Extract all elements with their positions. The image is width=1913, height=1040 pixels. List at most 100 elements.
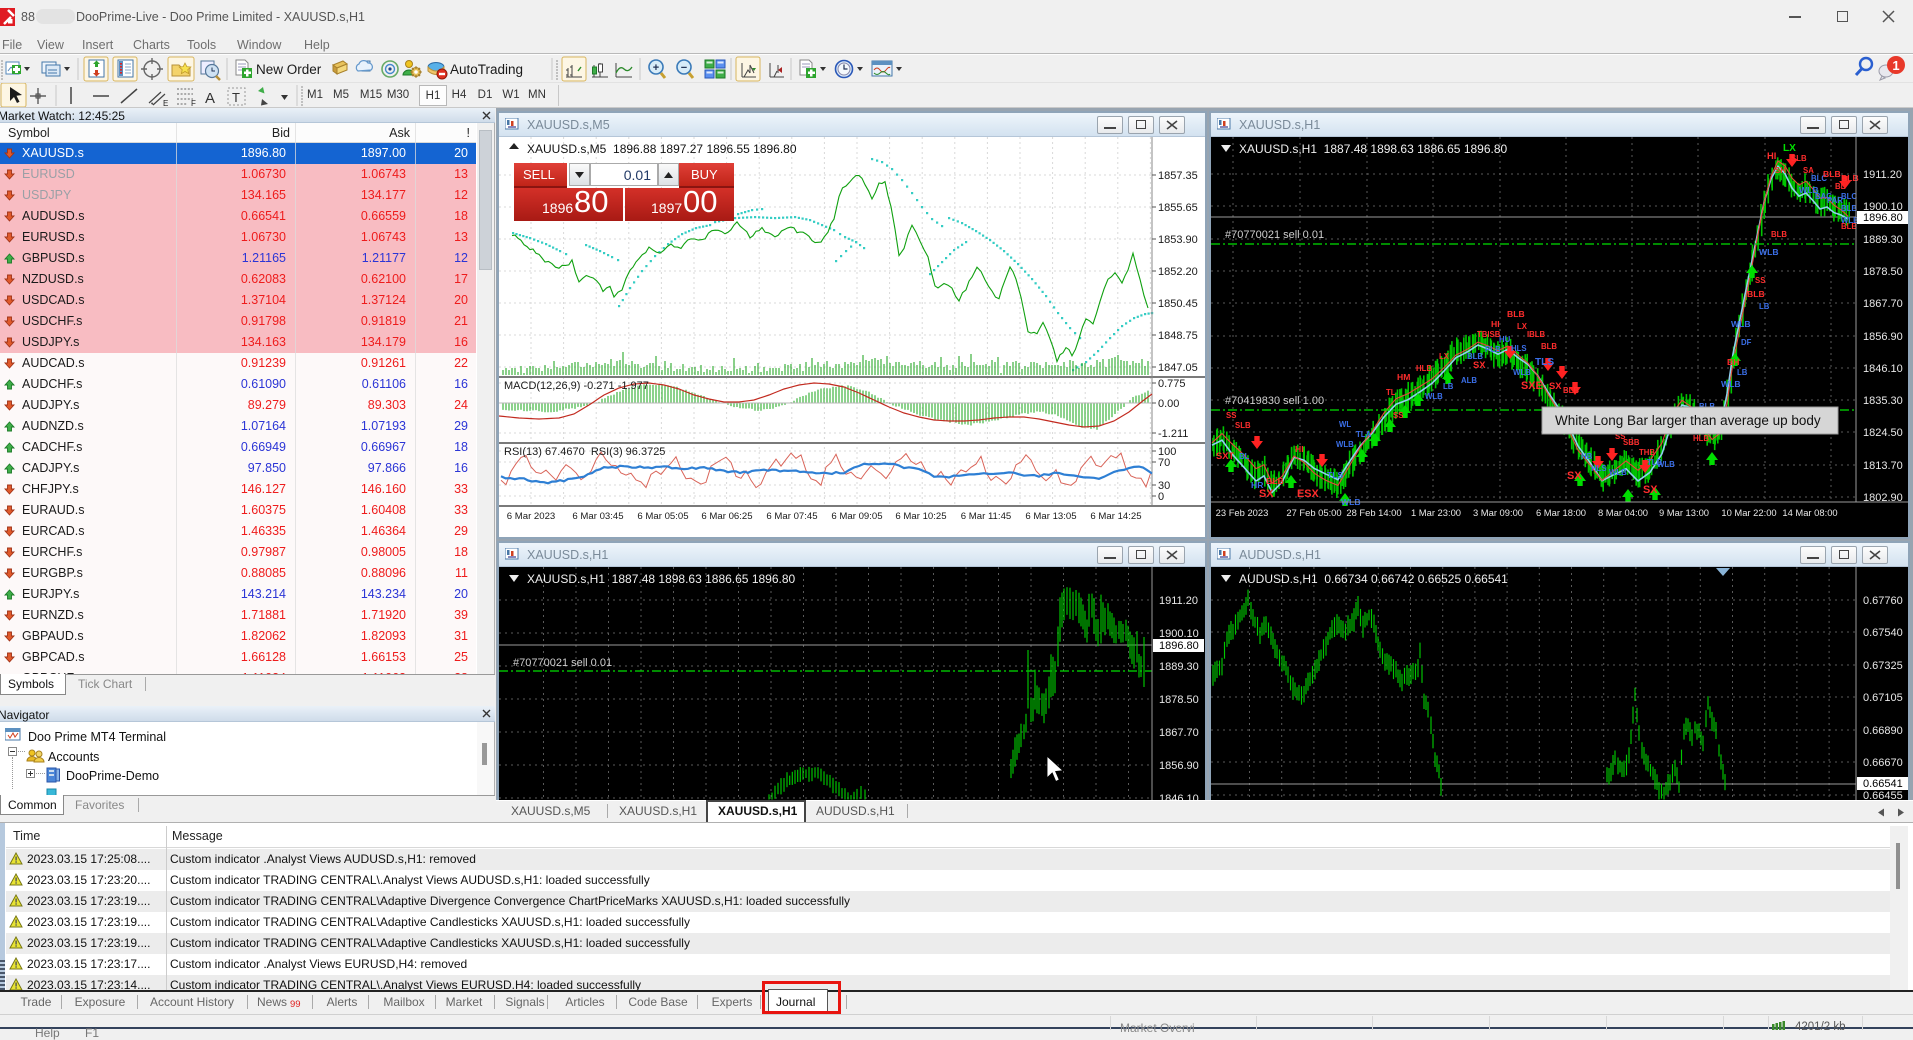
svg-text:BLB: BLB: [1541, 342, 1557, 351]
svg-text:WLB: WLB: [1731, 319, 1751, 329]
svg-text:6 Mar 2023: 6 Mar 2023: [507, 511, 556, 522]
svg-text:10 Mar 22:00: 10 Mar 22:00: [1721, 507, 1776, 518]
svg-text:9 Mar 13:00: 9 Mar 13:00: [1659, 507, 1709, 518]
svg-text:6 Mar 05:05: 6 Mar 05:05: [637, 511, 688, 522]
svg-text:HI: HI: [1767, 150, 1776, 161]
svg-text:0.67760: 0.67760: [1863, 595, 1903, 607]
svg-text:1889.30: 1889.30: [1159, 661, 1199, 673]
svg-text:WL: WL: [1339, 420, 1351, 429]
svg-text:6 Mar 09:05: 6 Mar 09:05: [831, 511, 882, 522]
svg-text:HLB: HLB: [1416, 364, 1432, 373]
svg-text:XAUUSD.s,H1 1887.48 1898.63 1: XAUUSD.s,H1 1887.48 1898.63 1886.65 1896…: [1239, 142, 1508, 156]
svg-text:WLB: WLB: [1609, 468, 1627, 477]
svg-text:LX: LX: [1439, 352, 1450, 361]
svg-text:HLS: HLS: [1591, 464, 1607, 473]
svg-text:T: T: [232, 90, 240, 105]
svg-text:BLB: BLB: [1823, 169, 1841, 179]
svg-text:1: 1: [1892, 58, 1899, 73]
svg-text:0.66670: 0.66670: [1863, 757, 1903, 769]
svg-text:0.66541: 0.66541: [1863, 778, 1903, 790]
svg-text:RSI(13) 67.4670 RSI(3) 96.372: RSI(13) 67.4670 RSI(3) 96.3725: [504, 446, 665, 458]
svg-text:1867.70: 1867.70: [1159, 727, 1199, 739]
svg-text:#70770021 sell 0.01: #70770021 sell 0.01: [513, 657, 612, 669]
svg-text:WLB: WLB: [1657, 460, 1675, 469]
svg-text:0.66890: 0.66890: [1863, 725, 1903, 737]
svg-text:SLB: SLB: [1791, 154, 1807, 163]
svg-text:1856.90: 1856.90: [1863, 331, 1903, 343]
svg-text:SX: SX: [1643, 484, 1658, 496]
svg-text:1878.50: 1878.50: [1863, 266, 1903, 278]
svg-text:AUDUSD.s,H1 0.66734 0.66742 0: AUDUSD.s,H1 0.66734 0.66742 0.66525 0.66…: [1239, 572, 1508, 586]
svg-text:XAUUSD.s,M5 1896.88 1897.27 1: XAUUSD.s,M5 1896.88 1897.27 1896.55 1896…: [527, 142, 797, 156]
svg-text:27 Feb 05:00: 27 Feb 05:00: [1286, 507, 1341, 518]
svg-text:THB: THB: [1639, 448, 1655, 457]
svg-text:1846.10: 1846.10: [1863, 363, 1903, 375]
svg-text:SXT: SXT: [1216, 450, 1235, 461]
svg-text:ESX: ESX: [1297, 488, 1320, 500]
svg-text:-1.211: -1.211: [1158, 428, 1188, 440]
svg-text:TLA: TLA: [1356, 430, 1372, 439]
svg-text:1846.10: 1846.10: [1159, 793, 1199, 800]
svg-text:New Order: New Order: [256, 62, 322, 77]
svg-text:SS: SS: [1393, 411, 1403, 420]
svg-text:28 Feb 14:00: 28 Feb 14:00: [1346, 507, 1401, 518]
svg-text:6 Mar 13:05: 6 Mar 13:05: [1025, 511, 1076, 522]
svg-text:SH: SH: [1775, 166, 1786, 175]
svg-text:BLB: BLB: [1563, 386, 1579, 395]
svg-text:0.67105: 0.67105: [1863, 692, 1903, 704]
svg-text:1878.50: 1878.50: [1159, 694, 1199, 706]
svg-text:1900.10: 1900.10: [1159, 628, 1199, 640]
svg-text:BLB: BLB: [1467, 352, 1483, 361]
svg-text:1911.20: 1911.20: [1159, 595, 1198, 607]
svg-text:SXE: SXE: [1521, 380, 1543, 392]
svg-text:1850.45: 1850.45: [1158, 298, 1198, 310]
svg-text:BH: BH: [1727, 357, 1739, 367]
svg-text:HI: HI: [1491, 319, 1500, 329]
svg-text:SLB: SLB: [1235, 421, 1251, 430]
svg-text:TBISB: TBISB: [1477, 330, 1501, 339]
svg-text:HLB: HLB: [1693, 434, 1709, 443]
svg-text:WLB: WLB: [1759, 247, 1779, 257]
svg-text:1896.80: 1896.80: [1863, 212, 1903, 224]
svg-text:LB: LB: [1443, 382, 1454, 391]
svg-text:LX: LX: [1783, 143, 1796, 154]
svg-text:1855.65: 1855.65: [1158, 202, 1198, 214]
svg-text:LB: LB: [1759, 302, 1770, 311]
svg-text:0.775: 0.775: [1158, 378, 1186, 390]
svg-text:1848.75: 1848.75: [1158, 330, 1198, 342]
svg-text:1853.90: 1853.90: [1158, 234, 1198, 246]
svg-text:SX: SX: [1567, 470, 1582, 482]
svg-text:AutoTrading: AutoTrading: [450, 62, 523, 77]
svg-text:SBB: SBB: [1623, 438, 1640, 447]
svg-text:BLC: BLC: [1841, 192, 1857, 201]
svg-text:SS: SS: [1755, 276, 1765, 285]
svg-text:ALB: ALB: [1461, 376, 1477, 385]
svg-text:6 Mar 07:45: 6 Mar 07:45: [766, 511, 817, 522]
svg-text:LB: LB: [1737, 368, 1748, 377]
svg-text:6 Mar 10:25: 6 Mar 10:25: [895, 511, 946, 522]
svg-text:0.66455: 0.66455: [1863, 790, 1903, 800]
svg-text:23 Feb 2023: 23 Feb 2023: [1216, 507, 1269, 518]
svg-text:8 Mar 04:00: 8 Mar 04:00: [1598, 507, 1648, 518]
svg-text:1 Mar 23:00: 1 Mar 23:00: [1411, 507, 1461, 518]
svg-text:6 Mar 18:00: 6 Mar 18:00: [1536, 507, 1586, 518]
svg-text:BLB: BLB: [1507, 309, 1525, 319]
svg-text:6 Mar 06:25: 6 Mar 06:25: [701, 511, 752, 522]
svg-text:BLB: BLB: [1266, 476, 1284, 486]
svg-text:0.00: 0.00: [1158, 398, 1179, 410]
svg-text:BLB: BLB: [1747, 289, 1765, 299]
svg-text:0: 0: [1158, 491, 1164, 503]
svg-text:TL: TL: [1386, 388, 1396, 397]
svg-text:PLB: PLB: [1485, 345, 1501, 354]
svg-text:WLB: WLB: [1425, 392, 1443, 401]
svg-text:14 Mar 08:00: 14 Mar 08:00: [1782, 507, 1837, 518]
svg-text:1896.80: 1896.80: [1159, 640, 1199, 652]
svg-text:6 Mar 11:45: 6 Mar 11:45: [961, 511, 1011, 522]
svg-text:A: A: [205, 90, 215, 107]
svg-text:TLS: TLS: [1535, 357, 1554, 368]
svg-text:White Long Bar larger than ave: White Long Bar larger than average up bo…: [1555, 413, 1821, 428]
svg-text:BL: BL: [1239, 452, 1250, 461]
svg-text:0.67325: 0.67325: [1863, 660, 1903, 672]
svg-text:1824.50: 1824.50: [1863, 427, 1903, 439]
svg-text:HI: HI: [1295, 444, 1304, 454]
